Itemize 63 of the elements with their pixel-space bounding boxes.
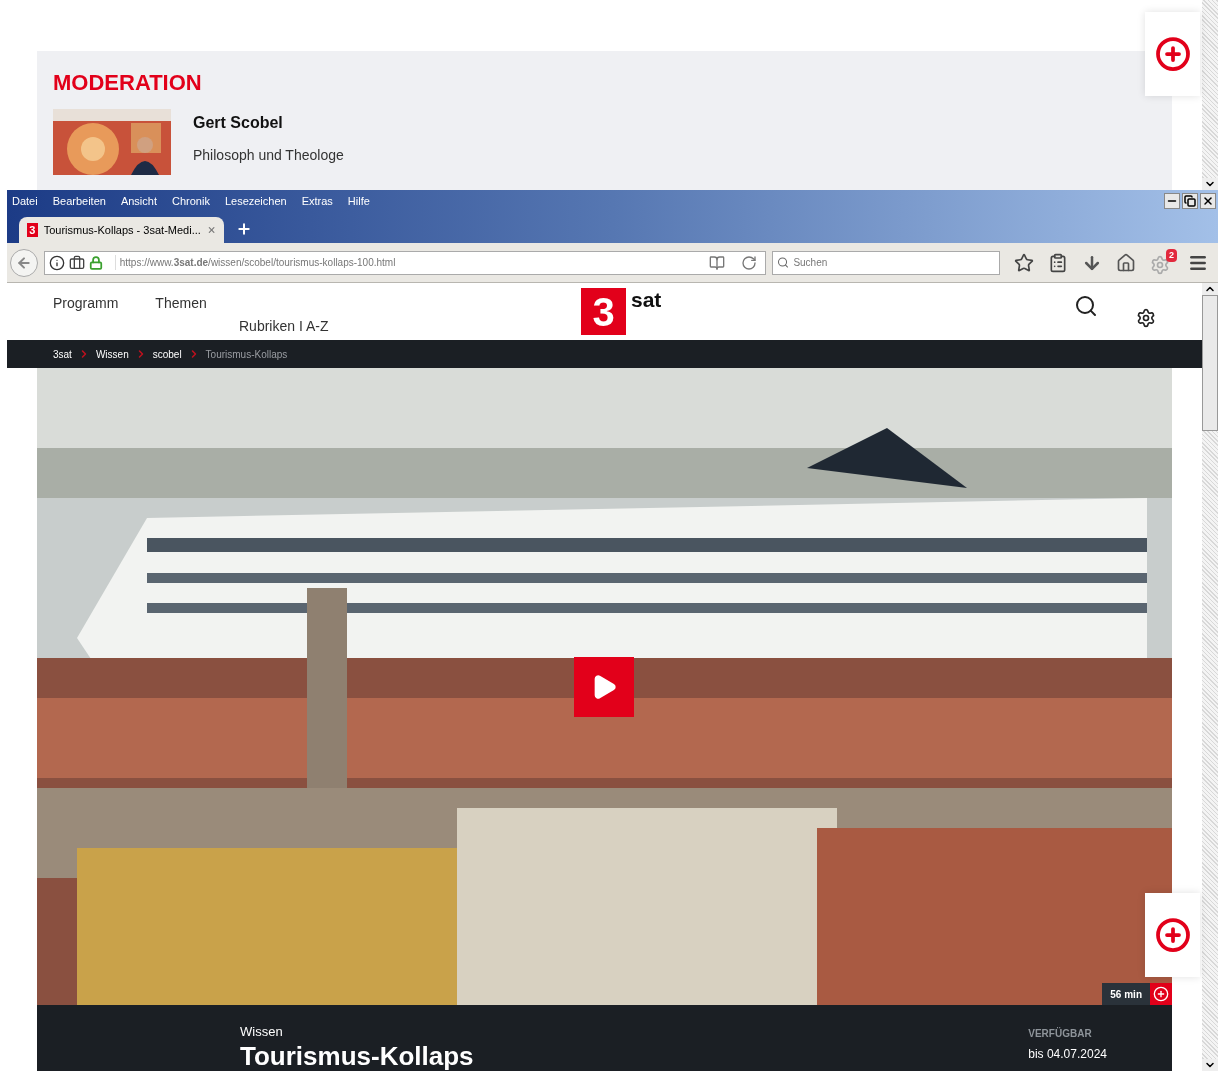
logo-text[interactable]: sat xyxy=(631,288,662,312)
availability-label: VERFÜGBAR xyxy=(1028,1026,1093,1041)
menu-item[interactable]: Ansicht xyxy=(120,192,157,210)
address-field[interactable]: https://www.3sat.de/wissen/scobel/tourismus-kollaps-100.html xyxy=(43,250,767,275)
restore-icon xyxy=(1184,195,1196,207)
logo-mark[interactable]: 3 xyxy=(581,288,626,335)
minimize-button[interactable] xyxy=(1164,193,1180,209)
presenter-role: Philosoph und Theologe xyxy=(193,146,344,165)
scroll-down-icon xyxy=(1202,1059,1218,1071)
nav-link[interactable]: Programm xyxy=(53,293,119,314)
add-icon xyxy=(1154,36,1191,72)
tab-title: Tourismus-Kollaps - 3sat-Medi... xyxy=(43,222,201,238)
scrollbar-thumb[interactable] xyxy=(1202,295,1218,431)
reload-icon xyxy=(741,254,758,271)
video-title: Tourismus-Kollaps xyxy=(240,1042,474,1070)
breadcrumb-link[interactable]: Tourismus-Kollaps xyxy=(205,346,288,362)
briefcase-icon xyxy=(68,254,85,271)
scroll-down-icon xyxy=(1202,178,1218,190)
close-icon xyxy=(206,224,216,236)
close-button[interactable] xyxy=(1200,193,1216,209)
menu-item[interactable]: Datei xyxy=(12,192,38,210)
settings-icon xyxy=(1136,308,1156,328)
restore-button[interactable] xyxy=(1182,193,1198,209)
new-tab-icon xyxy=(236,221,252,237)
reader-icon xyxy=(709,254,726,271)
tab-favicon: 3 xyxy=(27,223,38,237)
bookmark-icon xyxy=(1014,252,1034,273)
duration-badge: 56 min xyxy=(1102,983,1150,1005)
back-icon xyxy=(15,254,32,271)
breadcrumb-link[interactable]: scobel xyxy=(152,346,182,362)
play-button[interactable] xyxy=(574,657,634,717)
nav-link[interactable]: Themen xyxy=(155,293,207,314)
breadcrumb-link[interactable]: 3sat xyxy=(53,346,72,362)
browser-tab[interactable]: 3 Tourismus-Kollaps - 3sat-Medi... xyxy=(19,217,224,243)
search-field[interactable]: Suchen xyxy=(772,250,1000,275)
presenter-name: Gert Scobel xyxy=(193,113,284,133)
menu-item[interactable]: Chronik xyxy=(172,192,210,210)
nav-link[interactable]: Rubriken I A-Z xyxy=(239,316,329,337)
back-button[interactable] xyxy=(10,248,38,277)
search-icon xyxy=(777,256,790,269)
clipboard-icon xyxy=(1048,252,1068,273)
menu-item[interactable]: Extras xyxy=(301,192,333,210)
category-label: Wissen xyxy=(240,1024,284,1040)
search-icon xyxy=(1074,294,1098,318)
add-button[interactable] xyxy=(1145,12,1200,96)
search-input[interactable]: Suchen xyxy=(793,255,999,270)
lock-icon xyxy=(88,255,103,270)
home-icon xyxy=(1116,252,1136,273)
section-heading: MODERATION xyxy=(53,69,203,97)
add-icon xyxy=(1153,986,1169,1002)
menu-item[interactable]: Lesezeichen xyxy=(224,192,287,210)
availability-date: bis 04.07.2024 xyxy=(1028,1046,1107,1063)
addon-icon xyxy=(1150,254,1170,275)
info-icon xyxy=(48,254,65,271)
add-icon xyxy=(1154,917,1191,953)
close-icon xyxy=(1202,195,1214,207)
url-text: https://www.3sat.de/wissen/scobel/tourismus-kollaps-100.html xyxy=(114,255,706,270)
menu-item[interactable]: Bearbeiten xyxy=(52,192,106,210)
add-button[interactable] xyxy=(1150,983,1172,1005)
add-button[interactable] xyxy=(1145,893,1200,977)
menu-item[interactable]: Hilfe xyxy=(347,192,370,210)
notification-badge: 2 xyxy=(1166,248,1177,262)
breadcrumb-link[interactable]: Wissen xyxy=(95,346,129,362)
